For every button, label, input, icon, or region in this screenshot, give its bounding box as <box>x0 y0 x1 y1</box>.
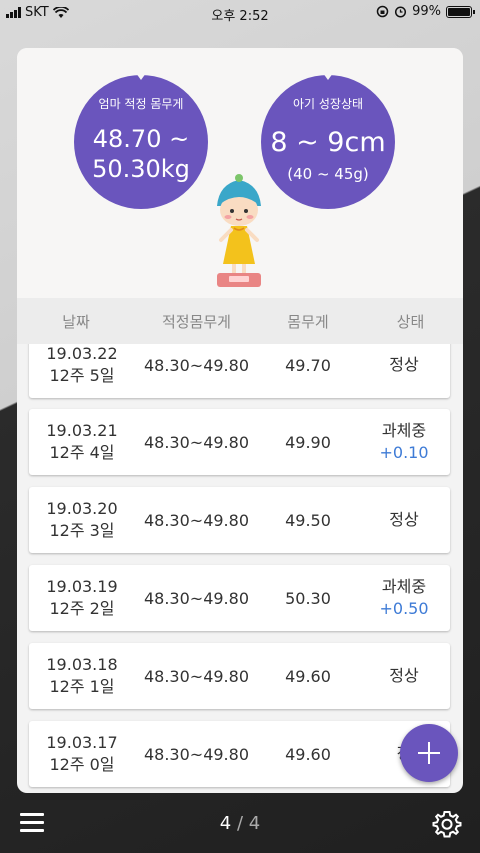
row-week: 12주 4일 <box>49 443 115 462</box>
row-date-cell: 19.03.19 12주 2일 <box>29 576 135 620</box>
row-week: 12주 1일 <box>49 677 115 696</box>
row-proper-range: 48.30~49.80 <box>143 744 249 764</box>
row-weight: 49.60 <box>285 744 331 764</box>
mom-weight-value-line1: 48.70 ~ <box>92 125 190 153</box>
row-week: 12주 3일 <box>49 521 115 540</box>
row-date-cell: 19.03.17 12주 0일 <box>29 732 135 776</box>
row-proper-range: 48.30~49.80 <box>143 432 249 452</box>
row-date: 19.03.21 <box>46 421 118 440</box>
row-week: 12주 2일 <box>49 599 115 618</box>
row-status: 과체중 <box>381 577 427 596</box>
row-week: 12주 5일 <box>49 366 115 385</box>
table-row[interactable]: 19.03.19 12주 2일 48.30~49.80 50.30 과체중 +0… <box>29 565 450 631</box>
mom-weight-bubble: 엄마 적정 몸무게 48.70 ~ 50.30kg <box>74 69 208 209</box>
baby-growth-title: 아기 성장상태 <box>292 97 364 111</box>
header-weight: 몸무게 <box>287 312 329 331</box>
row-status-cell: 정상 <box>358 509 450 531</box>
row-proper-range: 48.30~49.80 <box>143 355 249 375</box>
page-indicator: 4 / 4 <box>0 813 480 834</box>
row-date: 19.03.22 <box>46 344 118 363</box>
row-date-cell: 19.03.21 12주 4일 <box>29 420 135 464</box>
battery-percent: 99% <box>412 4 441 19</box>
row-status-cell: 과체중 +0.10 <box>358 420 450 464</box>
row-status-cell: 정상 <box>358 665 450 687</box>
row-weight: 49.90 <box>285 432 331 452</box>
bottom-bar: 4 / 4 <box>0 793 480 853</box>
row-date-cell: 19.03.18 12주 1일 <box>29 654 135 698</box>
row-status: 과체중 <box>381 421 427 440</box>
row-weight: 49.60 <box>285 666 331 686</box>
row-proper-range: 48.30~49.80 <box>143 588 249 608</box>
row-proper-range: 48.30~49.80 <box>143 666 249 686</box>
row-weight-delta: +0.10 <box>379 443 429 462</box>
row-date: 19.03.18 <box>46 655 118 674</box>
weight-record-list[interactable]: 19.03.22 12주 5일 48.30~49.80 49.70 정상 19.… <box>17 344 463 793</box>
row-weight: 49.50 <box>285 510 331 530</box>
header-date: 날짜 <box>62 312 90 331</box>
page-current: 4 <box>219 813 232 834</box>
row-week: 12주 0일 <box>49 755 115 774</box>
table-row[interactable]: 19.03.17 12주 0일 48.30~49.80 49.60 정 <box>29 721 450 787</box>
baby-growth-value: 8 ~ 9cm <box>270 127 386 158</box>
row-status: 정상 <box>389 510 419 529</box>
add-record-button[interactable] <box>400 724 458 782</box>
row-proper-range: 48.30~49.80 <box>143 510 249 530</box>
main-card: 엄마 적정 몸무게 48.70 ~ 50.30kg 아기 성장상태 8 ~ 9c… <box>17 48 463 793</box>
row-date: 19.03.17 <box>46 733 118 752</box>
page-total: 4 <box>248 813 261 834</box>
gear-icon[interactable] <box>432 809 462 839</box>
battery-icon <box>446 5 475 18</box>
mom-weight-value-line2: 50.30kg <box>92 155 190 183</box>
row-date-cell: 19.03.22 12주 5일 <box>29 344 135 387</box>
mom-weight-title: 엄마 적정 몸무게 <box>98 97 184 111</box>
row-status: 정상 <box>389 666 419 685</box>
rotation-lock-icon <box>376 5 389 18</box>
row-status-cell: 정상 <box>358 354 450 376</box>
table-row[interactable]: 19.03.18 12주 1일 48.30~49.80 49.60 정상 <box>29 643 450 709</box>
table-row[interactable]: 19.03.22 12주 5일 48.30~49.80 49.70 정상 <box>29 344 450 398</box>
baby-growth-sub: (40 ~ 45g) <box>287 165 369 183</box>
header-proper-weight: 적정몸무게 <box>161 312 231 331</box>
row-weight: 49.70 <box>285 355 331 375</box>
table-header: 날짜 적정몸무게 몸무게 상태 <box>17 298 463 344</box>
row-date-cell: 19.03.20 12주 3일 <box>29 498 135 542</box>
row-weight: 50.30 <box>285 588 331 608</box>
table-row[interactable]: 19.03.20 12주 3일 48.30~49.80 49.50 정상 <box>29 487 450 553</box>
status-bar: SKT 오후 2:52 99% <box>0 0 480 26</box>
summary-area: 엄마 적정 몸무게 48.70 ~ 50.30kg 아기 성장상태 8 ~ 9c… <box>17 48 463 298</box>
alarm-icon <box>395 6 407 18</box>
row-status-cell: 과체중 +0.50 <box>358 576 450 620</box>
row-date: 19.03.20 <box>46 499 118 518</box>
row-status: 정상 <box>389 355 419 374</box>
page-separator: / <box>236 813 244 834</box>
table-row[interactable]: 19.03.21 12주 4일 48.30~49.80 49.90 과체중 +0… <box>29 409 450 475</box>
row-date: 19.03.19 <box>46 577 118 596</box>
mascot-girl-on-scale-illustration <box>217 174 261 287</box>
baby-growth-bubble: 아기 성장상태 8 ~ 9cm (40 ~ 45g) <box>261 69 395 209</box>
row-weight-delta: +0.50 <box>379 599 429 618</box>
header-status: 상태 <box>396 312 425 331</box>
